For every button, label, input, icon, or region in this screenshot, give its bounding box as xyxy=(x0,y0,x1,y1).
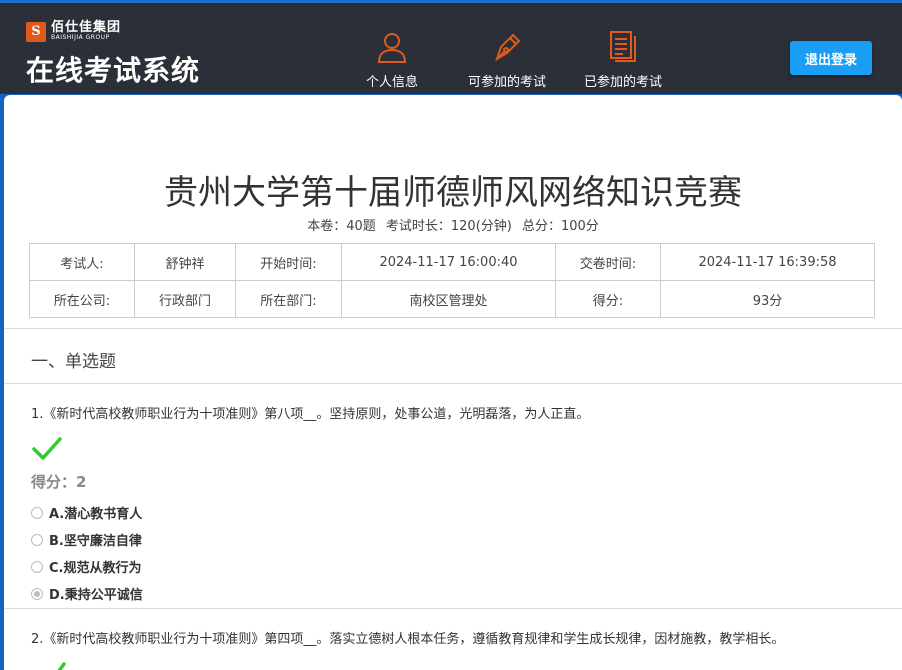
section-title: 一、单选题 xyxy=(31,352,116,372)
divider xyxy=(4,328,902,329)
nav-label: 已参加的考试 xyxy=(583,75,662,90)
option-label: B.坚守廉洁自律 xyxy=(49,534,142,549)
company-value: 行政部门 xyxy=(134,280,236,318)
correct-check-icon xyxy=(57,662,66,670)
logo-mark-icon: S xyxy=(26,21,46,42)
logo-name-en: BAISHIJIA GROUP xyxy=(51,34,110,41)
option-label: C.规范从教行为 xyxy=(49,561,142,576)
company-label: 所在公司: xyxy=(29,280,135,318)
company-logo: S 佰仕佳集团 BAISHIJIA GROUP xyxy=(26,21,121,42)
exam-title: 贵州大学第十届师德师风网络知识竞赛 xyxy=(164,173,742,213)
score-label: 得分: xyxy=(555,280,661,318)
examinee-label: 考试人: xyxy=(29,243,135,281)
divider xyxy=(4,608,902,609)
submit-time-label: 交卷时间: xyxy=(555,243,661,281)
question-text: 2.《新时代高校教师职业行为十项准则》第四项__。落实立德树人根本任务，遵循教育… xyxy=(31,632,785,647)
nav-taken-exams[interactable]: 已参加的考试 xyxy=(578,29,668,90)
option-b[interactable]: B.坚守廉洁自律 xyxy=(31,530,142,549)
question-count: 本卷：40题 xyxy=(307,219,376,234)
department-value: 南校区管理处 xyxy=(341,280,556,318)
table-row: 所在公司: 行政部门 所在部门: 南校区管理处 得分: 93分 xyxy=(29,280,875,318)
submit-time-value: 2024-11-17 16:39:58 xyxy=(660,243,875,281)
examinee-value: 舒钟祥 xyxy=(134,243,236,281)
app-title: 在线考试系统 xyxy=(26,54,201,87)
radio-icon[interactable] xyxy=(31,533,43,546)
top-header: S 佰仕佳集团 BAISHIJIA GROUP 在线考试系统 个人信息 可参加的… xyxy=(0,0,902,94)
option-a[interactable]: A.潜心教书育人 xyxy=(31,503,142,522)
nav-label: 个人信息 xyxy=(365,75,418,90)
question-score: 得分：2 xyxy=(31,473,87,491)
score-value: 93分 xyxy=(660,280,875,318)
user-icon xyxy=(377,33,407,63)
pen-icon xyxy=(495,33,521,62)
exam-duration: 考试时长：120(分钟) xyxy=(385,219,512,234)
exam-result-panel: 贵州大学第十届师德师风网络知识竞赛 本卷：40题 考试时长：120(分钟) 总分… xyxy=(4,95,902,670)
document-icon xyxy=(610,31,636,62)
radio-icon[interactable] xyxy=(31,506,43,519)
nav-personal-info[interactable]: 个人信息 xyxy=(362,29,422,90)
option-label: A.潜心教书育人 xyxy=(49,507,143,522)
option-c[interactable]: C.规范从教行为 xyxy=(31,557,141,576)
exam-info-table: 考试人: 舒钟祥 开始时间: 2024-11-17 16:00:40 交卷时间:… xyxy=(29,243,875,318)
nav-available-exams[interactable]: 可参加的考试 xyxy=(462,29,552,90)
option-label: D.秉持公平诚信 xyxy=(49,588,143,603)
exam-meta: 本卷：40题 考试时长：120(分钟) 总分：100分 xyxy=(4,215,902,234)
question-text: 1.《新时代高校教师职业行为十项准则》第八项__。坚持原则，处事公道，光明磊落，… xyxy=(31,407,590,422)
option-d[interactable]: D.秉持公平诚信 xyxy=(31,584,143,603)
nav-label: 可参加的考试 xyxy=(467,75,546,90)
correct-check-icon xyxy=(32,437,62,460)
logout-button[interactable]: 退出登录 xyxy=(790,41,872,75)
logo-name-cn: 佰仕佳集团 xyxy=(51,20,122,35)
department-label: 所在部门: xyxy=(235,280,342,318)
start-time-value: 2024-11-17 16:00:40 xyxy=(341,243,556,281)
table-row: 考试人: 舒钟祥 开始时间: 2024-11-17 16:00:40 交卷时间:… xyxy=(29,243,875,281)
total-score: 总分：100分 xyxy=(521,219,599,234)
radio-icon[interactable] xyxy=(31,560,43,573)
start-time-label: 开始时间: xyxy=(235,243,342,281)
divider xyxy=(4,383,902,384)
radio-selected-icon[interactable] xyxy=(31,587,43,600)
